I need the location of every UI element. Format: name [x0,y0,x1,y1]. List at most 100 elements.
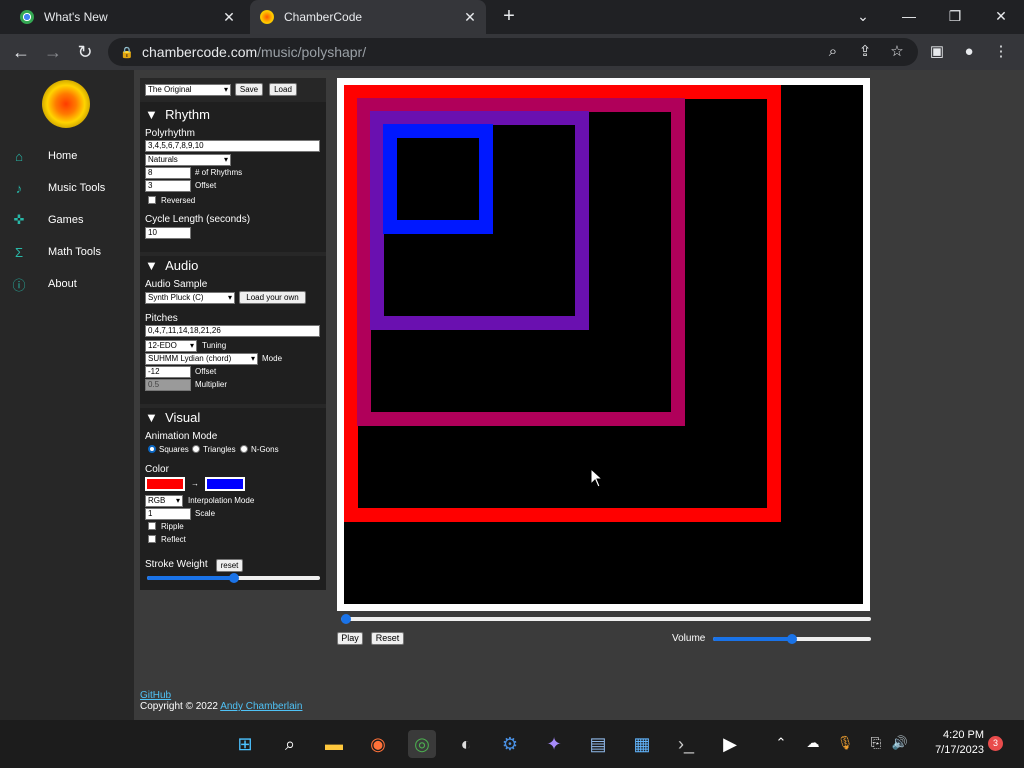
settings-icon[interactable]: ⚙ [496,730,524,758]
terminal-icon[interactable]: ›_ [672,730,700,758]
chrome-taskbar-icon[interactable]: ◎ [408,730,436,758]
chambercode-icon [260,10,274,24]
chevron-down-icon[interactable]: ⌄ [851,5,875,27]
file-explorer-icon[interactable]: ▬ [320,730,348,758]
sidebar-item-home[interactable]: ⌂ Home [10,145,130,167]
tuning-select[interactable]: 12-EDO [145,340,197,352]
profile-icon[interactable]: ● [958,41,980,63]
rhythm-header[interactable]: ▼ Rhythm [145,107,210,122]
color-to-swatch[interactable] [205,477,245,491]
clock[interactable]: 4:20 PM 7/17/2023 [924,728,984,758]
multiplier-input[interactable]: 0.5 [145,379,191,391]
clock-time: 4:20 PM [943,729,984,741]
pitches-input[interactable]: 0,4,7,11,14,18,21,26 [145,325,320,337]
reflect-label: Reflect [161,535,186,544]
audio-header[interactable]: ▼ Audio [145,258,198,273]
movie-maker-icon[interactable]: ▦ [628,730,656,758]
interpolation-select[interactable]: RGB [145,495,183,507]
color-from-swatch[interactable] [145,477,185,491]
close-icon[interactable]: ✕ [221,9,237,25]
ngons-label: N-Gons [251,445,279,454]
mode-label: Mode [262,354,283,363]
squares-radio[interactable] [148,445,156,453]
sidebar-item-math-tools[interactable]: Σ Math Tools [10,241,130,263]
mode-select[interactable]: SUHMM Lydian (chord) [145,353,258,365]
load-own-button[interactable]: Load your own [239,291,306,304]
stroke-weight-label: Stroke Weight [145,559,208,570]
progress-thumb[interactable] [341,614,351,624]
sidepanel-icon[interactable]: ▣ [926,41,948,63]
volume-slider[interactable] [713,634,871,644]
reload-icon[interactable]: ↻ [74,41,96,63]
progress-slider[interactable] [341,614,871,624]
footer: GitHub Copyright © 2022 Andy Chamberlain [140,690,302,712]
windows-start-icon[interactable]: ⊞ [231,730,259,758]
minimize-icon[interactable]: — [897,5,921,27]
tab-bar: What's New ✕ ChamberCode ✕ + ⌄ — ❐ ✕ [0,0,1024,34]
obs-icon[interactable]: ◐ [452,730,480,758]
num-rhythms-input[interactable]: 8 [145,167,191,179]
network-icon[interactable]: ⎘ [866,732,886,754]
visual-header[interactable]: ▼ Visual [145,410,200,425]
address-bar[interactable]: 🔒 chambercode.com/music/polyshapr/ [108,38,918,66]
sidebar-item-about[interactable]: ⓘ About [10,273,130,295]
sigma-icon: Σ [14,244,24,260]
github-link[interactable]: GitHub [140,690,171,701]
ripple-checkbox[interactable] [148,522,156,530]
scale-input[interactable]: 1 [145,508,191,520]
sidebar-item-games[interactable]: ✜ Games [10,209,130,231]
save-button[interactable]: Save [235,83,263,96]
window-close-icon[interactable]: ✕ [989,5,1013,27]
polyrhythm-input[interactable]: 3,4,5,6,7,8,9,10 [145,140,320,152]
load-button[interactable]: Load [269,83,297,96]
stroke-reset-button[interactable]: reset [216,559,243,572]
reset-button[interactable]: Reset [371,632,404,645]
zoom-icon[interactable]: ⌕ [822,41,844,63]
photos-icon[interactable]: ▤ [584,730,612,758]
new-tab-button[interactable]: + [498,6,520,28]
author-link[interactable]: Andy Chamberlain [220,701,302,712]
stroke-weight-slider[interactable] [147,573,320,583]
restore-icon[interactable]: ❐ [943,5,967,27]
volume-icon[interactable]: 🔊 [890,732,910,754]
video-editor-icon[interactable]: ✦ [540,730,568,758]
close-icon[interactable]: ✕ [462,9,478,25]
tab-chambercode[interactable]: ChamberCode ✕ [250,0,486,34]
reversed-checkbox[interactable] [148,196,156,204]
polyrhythm-preset-select[interactable]: Naturals [145,154,231,166]
menu-icon[interactable]: ⋮ [990,41,1012,63]
cycle-length-label: Cycle Length (seconds) [145,214,251,225]
chevron-up-icon[interactable]: ⌃ [771,732,791,754]
sidebar-item-label: Math Tools [48,246,101,258]
media-player-icon[interactable]: ▶ [716,730,744,758]
sidebar-item-label: About [48,278,77,290]
tab-whats-new[interactable]: What's New ✕ [10,0,245,34]
search-icon[interactable]: ⌕ [276,730,304,758]
pitch-offset-input[interactable]: -12 [145,366,191,378]
play-button[interactable]: Play [337,632,363,645]
notification-badge[interactable]: 3 [988,736,1003,751]
microphone-icon[interactable]: 🎙 [835,732,855,754]
forward-icon[interactable]: → [42,41,64,63]
share-icon[interactable]: ⇪ [854,41,876,63]
triangles-radio[interactable] [192,445,200,453]
polyshapr-canvas[interactable] [337,78,870,611]
star-icon[interactable]: ☆ [886,41,908,63]
logo[interactable] [42,80,90,128]
back-icon[interactable]: ← [10,41,32,63]
ngons-radio[interactable] [240,445,248,453]
triangle-down-icon: ▼ [145,410,158,425]
preset-select[interactable]: The Original [145,84,231,96]
volume-thumb[interactable] [787,634,797,644]
audio-sample-select[interactable]: Synth Pluck (C) [145,292,235,304]
reflect-checkbox[interactable] [148,535,156,543]
cloud-off-icon[interactable]: ☁ [803,732,823,754]
rhythm-offset-input[interactable]: 3 [145,180,191,192]
cycle-length-input[interactable]: 10 [145,227,191,239]
ripple-label: Ripple [161,522,184,531]
firefox-icon[interactable]: ◉ [364,730,392,758]
info-icon: ⓘ [12,277,26,293]
num-rhythms-label: # of Rhythms [195,168,243,177]
sidebar-item-music-tools[interactable]: ♪ Music Tools [10,177,130,199]
slider-thumb[interactable] [228,573,239,583]
